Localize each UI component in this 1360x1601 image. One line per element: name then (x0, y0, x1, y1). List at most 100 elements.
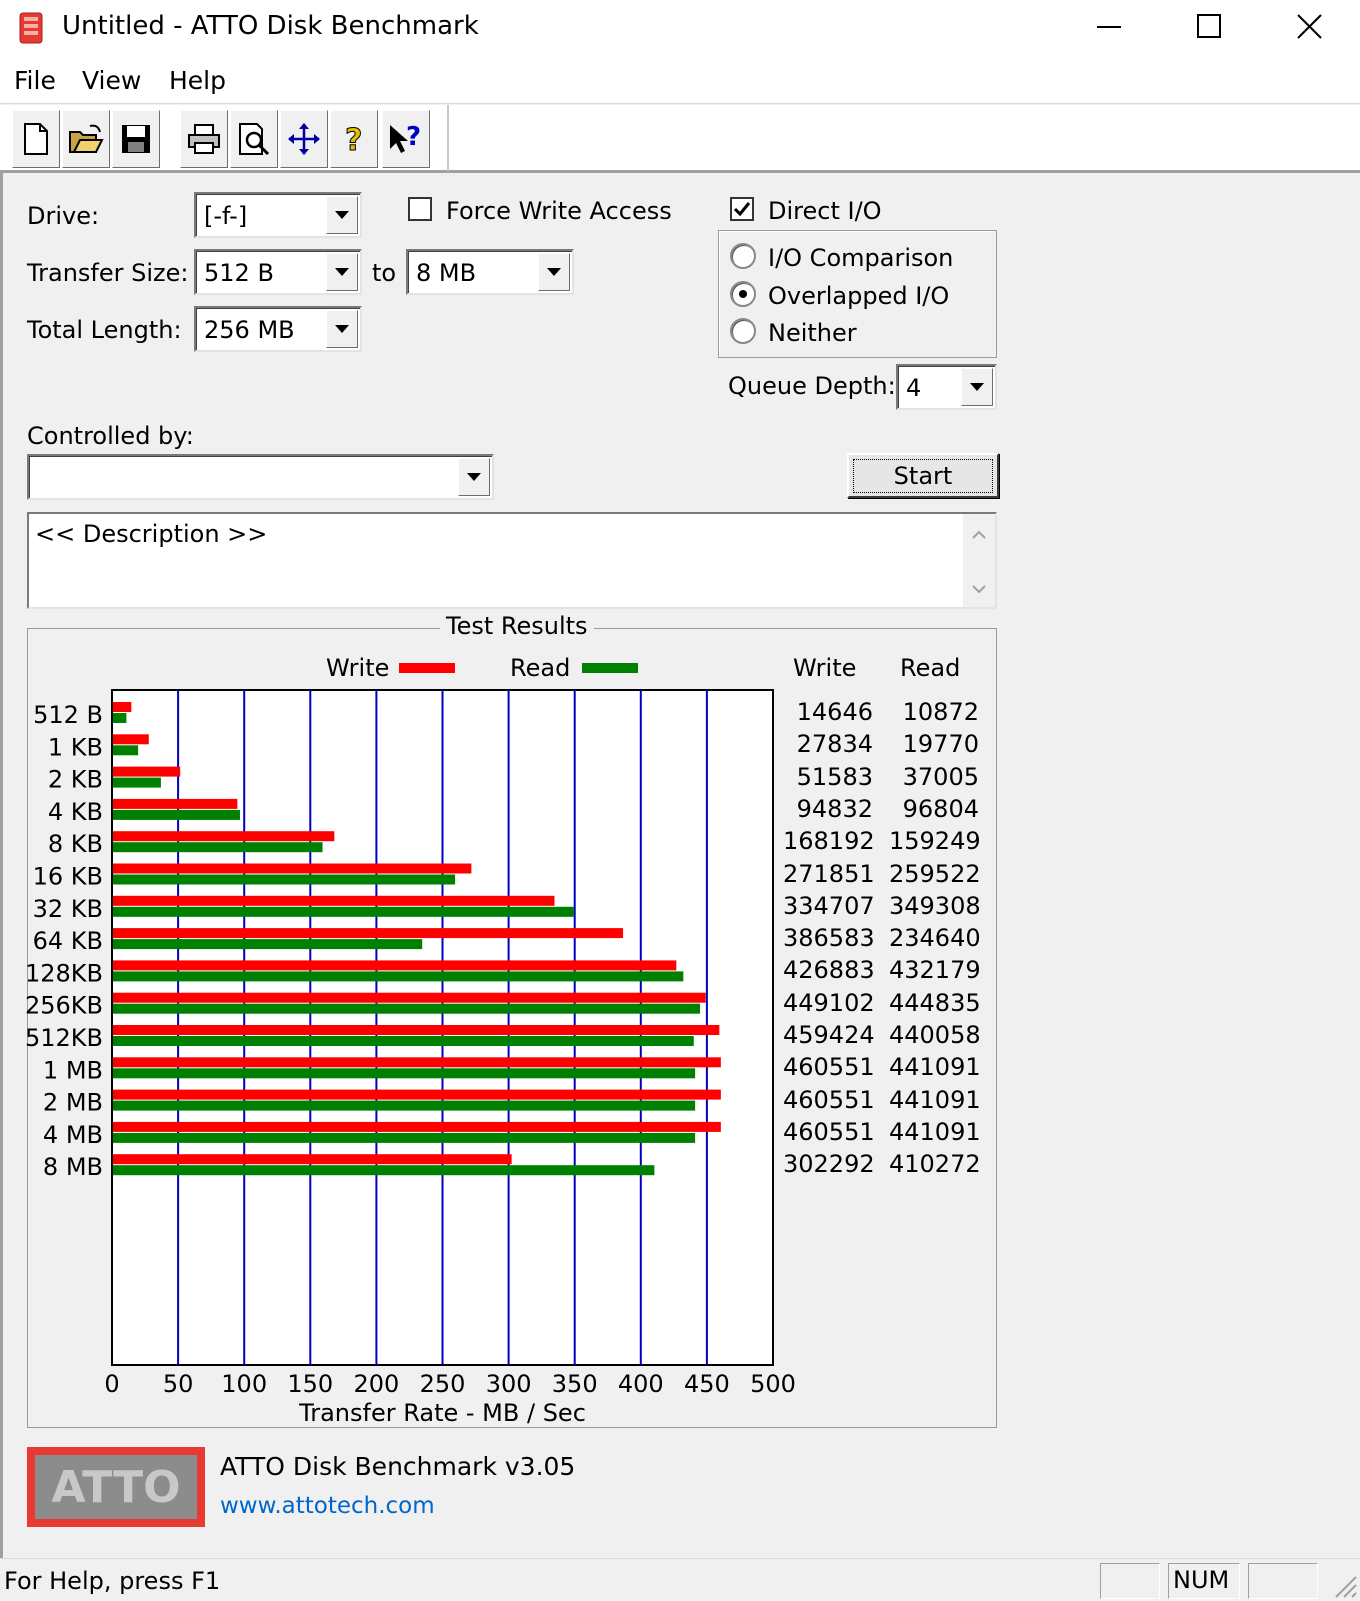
read-value: 19770 (902, 730, 979, 759)
atto-logo-text: ATTO (35, 1455, 197, 1519)
toolbar-separator (447, 105, 449, 171)
read-value: 159249 (889, 827, 981, 856)
status-pane-caps (1100, 1563, 1160, 1599)
resize-grip-icon[interactable] (1330, 1571, 1358, 1599)
save-button[interactable] (112, 110, 160, 168)
overlapped-io-label: Overlapped I/O (768, 282, 950, 310)
io-comparison-radio[interactable] (730, 243, 756, 269)
menu-bar: File View Help (0, 54, 1360, 104)
drive-select[interactable]: [-f-] (194, 192, 362, 238)
transfer-to-value: 8 MB (416, 259, 477, 287)
toolbar: ? ? (0, 105, 1360, 173)
chevron-down-icon[interactable] (458, 458, 490, 496)
neither-label: Neither (768, 319, 857, 347)
start-button[interactable]: Start (847, 453, 999, 498)
controlled-by-select[interactable] (27, 454, 494, 500)
write-column-header: Write (793, 654, 857, 682)
to-label: to (372, 259, 397, 287)
chevron-down-icon[interactable] (961, 368, 993, 406)
test-results-title: Test Results (440, 612, 594, 640)
write-value: 460551 (783, 1085, 875, 1114)
open-icon (69, 124, 104, 153)
queue-depth-label: Queue Depth: (728, 372, 896, 400)
overlapped-io-radio[interactable] (730, 281, 756, 307)
read-value: 410272 (889, 1150, 981, 1179)
transfer-from-select[interactable]: 512 B (194, 249, 362, 295)
version-text: ATTO Disk Benchmark v3.05 (220, 1452, 576, 1481)
write-value: 449102 (783, 988, 875, 1017)
neither-radio[interactable] (730, 318, 756, 344)
context-help-icon: ? (390, 122, 421, 153)
transfer-to-select[interactable]: 8 MB (406, 249, 574, 295)
read-value: 441091 (889, 1053, 981, 1082)
read-value: 234640 (889, 924, 981, 953)
status-text: For Help, press F1 (4, 1567, 221, 1595)
status-pane-scroll (1248, 1563, 1318, 1599)
description-box[interactable]: << Description >> (27, 512, 997, 609)
chevron-down-icon[interactable] (326, 196, 358, 234)
app-icon (18, 12, 44, 44)
legend-write-swatch (399, 663, 455, 673)
start-label: Start (852, 458, 994, 493)
write-value: 460551 (783, 1053, 875, 1082)
chevron-down-icon[interactable] (326, 253, 358, 291)
write-value: 27834 (796, 730, 873, 759)
transfer-from-value: 512 B (204, 259, 274, 287)
svg-text:?: ? (406, 122, 421, 152)
read-value: 349308 (889, 891, 981, 920)
total-length-select[interactable]: 256 MB (194, 306, 362, 352)
close-button[interactable] (1260, 0, 1360, 54)
queue-depth-select[interactable]: 4 (896, 364, 997, 410)
new-icon (24, 123, 48, 155)
title-bar: Untitled - ATTO Disk Benchmark (0, 0, 1360, 54)
help-icon: ? (345, 123, 363, 157)
queue-depth-value: 4 (906, 374, 922, 402)
drive-label: Drive: (27, 202, 100, 230)
frame-border (0, 173, 3, 1558)
open-button[interactable] (62, 110, 110, 168)
read-value: 441091 (889, 1085, 981, 1114)
save-icon (122, 125, 150, 153)
transfer-size-label: Transfer Size: (27, 259, 189, 287)
chevron-down-icon[interactable] (538, 253, 570, 291)
direct-io-checkbox[interactable] (730, 197, 754, 221)
total-length-label: Total Length: (27, 316, 182, 344)
read-column-header: Read (900, 654, 961, 682)
new-button[interactable] (12, 110, 60, 168)
menu-view[interactable]: View (82, 66, 141, 95)
atto-logo: ATTO (27, 1447, 205, 1527)
read-value: 96804 (902, 794, 979, 823)
read-value: 444835 (889, 988, 981, 1017)
menu-help[interactable]: Help (169, 66, 226, 95)
legend-read-swatch (582, 663, 638, 673)
write-value: 386583 (783, 924, 875, 953)
status-bar: For Help, press F1 NUM (0, 1558, 1360, 1601)
read-value: 440058 (889, 1021, 981, 1049)
read-value: 37005 (902, 762, 979, 791)
chevron-down-icon[interactable] (326, 310, 358, 348)
context-help-button[interactable]: ? (382, 110, 430, 168)
write-value: 426883 (783, 956, 875, 985)
write-value: 460551 (783, 1117, 875, 1146)
svg-text:?: ? (345, 123, 362, 156)
direct-io-label: Direct I/O (768, 197, 882, 225)
description-scrollbar[interactable] (963, 514, 995, 607)
force-write-checkbox[interactable] (408, 197, 432, 221)
checkmark-icon (733, 202, 751, 217)
write-value: 94832 (796, 794, 873, 823)
move-button[interactable] (280, 110, 328, 168)
print-button[interactable] (180, 110, 228, 168)
read-value: 432179 (889, 956, 981, 985)
menu-file[interactable]: File (14, 66, 56, 95)
controlled-by-label: Controlled by: (27, 422, 194, 450)
read-value: 10872 (902, 698, 979, 726)
print-icon (188, 124, 220, 154)
read-value: 259522 (889, 859, 981, 888)
help-button[interactable]: ? (330, 110, 378, 168)
legend-read-label: Read (510, 654, 571, 682)
total-length-value: 256 MB (204, 316, 295, 344)
print-preview-button[interactable] (230, 110, 278, 168)
minimize-button[interactable] (1060, 0, 1160, 54)
maximize-button[interactable] (1160, 0, 1260, 54)
website-link[interactable]: www.attotech.com (220, 1493, 435, 1519)
